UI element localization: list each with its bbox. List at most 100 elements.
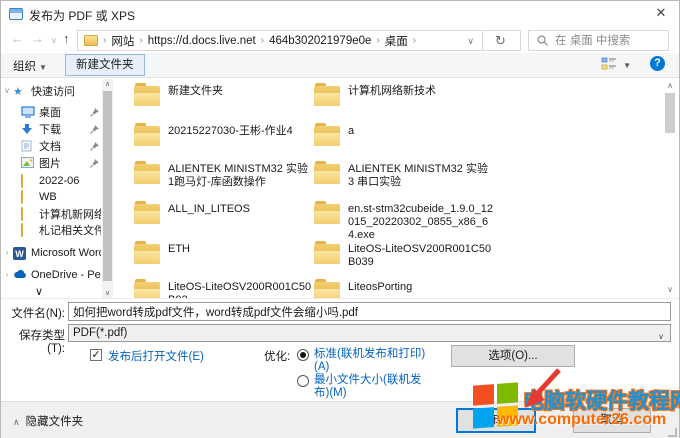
- breadcrumb-separator: ›: [408, 35, 421, 46]
- file-item-label: 20215227030-王彬-作业4: [168, 125, 314, 138]
- folder-icon: [134, 204, 160, 224]
- file-item-label: a: [348, 125, 494, 138]
- file-item[interactable]: 计算机网络新技术: [314, 85, 494, 98]
- optimize-standard-label[interactable]: 标准(联机发布和打印)(A): [314, 348, 436, 374]
- collapse-chevron-icon[interactable]: ›: [1, 270, 13, 279]
- search-input[interactable]: [555, 32, 665, 49]
- file-item[interactable]: a: [314, 125, 494, 138]
- cancel-button[interactable]: 取消: [573, 408, 651, 433]
- chevron-up-icon: ∧: [13, 417, 20, 427]
- filetype-select[interactable]: PDF(*.pdf)∨: [68, 324, 671, 342]
- file-item-label: ALIENTEK MINISTM32 实验3 串口实验: [348, 163, 494, 189]
- folder-icon: [134, 282, 160, 298]
- breadcrumb-dropdown-icon[interactable]: ∨: [467, 36, 474, 47]
- optimize-minimum-label[interactable]: 最小文件大小(联机发布)(M): [314, 374, 436, 400]
- open-after-publish-checkbox[interactable]: ✓: [90, 349, 102, 361]
- resize-grip[interactable]: [668, 428, 677, 437]
- file-item[interactable]: ALL_IN_LITEOS: [134, 203, 314, 216]
- scroll-down-icon[interactable]: ∨: [663, 285, 677, 294]
- publish-button[interactable]: 发布(S): [456, 408, 536, 433]
- breadcrumb: › 网站 › https://d.docs.live.net › 464b302…: [77, 30, 521, 51]
- file-item[interactable]: 新建文件夹: [134, 85, 314, 98]
- sidebar-item-microsoft-word[interactable]: › W Microsoft Word: [1, 245, 101, 260]
- pin-icon: [89, 157, 99, 171]
- breadcrumb-segment-desktop[interactable]: 桌面: [385, 31, 408, 50]
- pin-icon: [89, 106, 99, 120]
- scroll-down-icon[interactable]: ∨: [102, 289, 113, 297]
- sidebar-item-downloads[interactable]: 下载: [21, 121, 61, 136]
- sidebar-item-quick-access[interactable]: ∨ ★ 快速访问: [1, 83, 75, 98]
- file-item-label: 新建文件夹: [168, 85, 314, 98]
- new-folder-button[interactable]: 新建文件夹: [65, 54, 145, 76]
- sidebar-item-notes-files[interactable]: 札记相关文件: [21, 222, 101, 237]
- word-icon: W: [13, 247, 27, 259]
- title-bar: 发布为 PDF 或 XPS ✕: [1, 1, 679, 28]
- breadcrumb-segment-host[interactable]: https://d.docs.live.net: [148, 31, 256, 50]
- file-item-label: ALIENTEK MINISTM32 实验1跑马灯-库函数操作: [168, 163, 314, 189]
- scrollbar-thumb[interactable]: [665, 93, 675, 133]
- file-item[interactable]: LiteOS-LiteOSV200R001C50B039: [314, 243, 494, 269]
- dialog-title: 发布为 PDF 或 XPS: [29, 7, 135, 24]
- optimize-minimum-radio[interactable]: [297, 375, 309, 387]
- organize-caret-icon: ▼: [39, 63, 47, 72]
- file-item[interactable]: en.st-stm32cubeide_1.9.0_12015_20220302_…: [314, 203, 494, 242]
- folder-icon: [134, 244, 160, 264]
- forward-icon[interactable]: →: [31, 31, 44, 46]
- chevron-down-icon: ∨: [658, 329, 664, 345]
- breadcrumb-separator: ›: [256, 35, 269, 46]
- up-icon[interactable]: ↑: [63, 31, 70, 46]
- command-toolbar: 组织▼ 新建文件夹 ▼ ?: [1, 53, 679, 78]
- file-item[interactable]: ETH: [134, 243, 314, 256]
- publish-options: ✓ 发布后打开文件(E) 优化: 标准(联机发布和打印)(A) 最小文件大小(联…: [1, 344, 679, 401]
- history-dropdown-icon[interactable]: ∨: [51, 36, 57, 45]
- file-item[interactable]: LiteosPorting: [314, 281, 494, 294]
- file-item-label: en.st-stm32cubeide_1.9.0_12015_20220302_…: [348, 203, 494, 242]
- folder-icon: [314, 126, 340, 146]
- sidebar-item-computer-network[interactable]: 计算机新网络: [21, 206, 101, 221]
- file-item-label: LiteOS-LiteOSV200R001C50B039: [348, 243, 494, 269]
- scrollbar-thumb[interactable]: [103, 91, 112, 281]
- organize-button[interactable]: 组织▼: [13, 58, 47, 74]
- sidebar-item-2022-06[interactable]: 2022-06: [21, 173, 79, 188]
- views-button[interactable]: ▼: [601, 57, 631, 73]
- sidebar-item-pictures[interactable]: 图片: [21, 155, 61, 170]
- pin-icon: [89, 140, 99, 154]
- sidebar-item-documents[interactable]: 文档: [21, 138, 61, 153]
- folder-icon: [21, 208, 35, 220]
- expand-chevron-icon[interactable]: ∨: [1, 86, 13, 95]
- scroll-up-icon[interactable]: ∧: [102, 80, 113, 88]
- sidebar-item-onedrive[interactable]: › OneDrive - Perso: [1, 267, 101, 282]
- sidebar-item-wb[interactable]: WB: [21, 189, 57, 204]
- breadcrumb-folder-icon: [84, 35, 98, 46]
- downloads-icon: [21, 123, 35, 135]
- optimize-standard-radio[interactable]: [297, 349, 309, 361]
- breadcrumb-separator: ›: [371, 35, 384, 46]
- breadcrumb-segment-website[interactable]: 网站: [111, 31, 134, 50]
- filename-input[interactable]: [68, 302, 671, 321]
- onedrive-cloud-icon: [13, 269, 27, 281]
- file-item[interactable]: 20215227030-王彬-作业4: [134, 125, 314, 138]
- sidebar-more-chevron-icon[interactable]: ∨: [35, 284, 43, 298]
- folder-icon: [21, 224, 35, 236]
- file-item[interactable]: ALIENTEK MINISTM32 实验3 串口实验: [314, 163, 494, 189]
- file-item[interactable]: ALIENTEK MINISTM32 实验1跑马灯-库函数操作: [134, 163, 314, 189]
- hide-folders-button[interactable]: ∧隐藏文件夹: [13, 413, 83, 429]
- help-icon[interactable]: ?: [650, 56, 665, 71]
- close-icon[interactable]: ✕: [649, 3, 673, 23]
- sidebar-scrollbar[interactable]: ∧ ∨: [102, 79, 113, 298]
- back-icon[interactable]: ←: [11, 31, 24, 46]
- filename-label: 文件名(N):: [3, 305, 65, 321]
- optimize-label: 优化:: [264, 348, 290, 364]
- breadcrumb-segment-id[interactable]: 464b302021979e0e: [269, 31, 371, 50]
- filelist-scrollbar[interactable]: ∧ ∨: [663, 79, 677, 298]
- app-window-icon: [9, 8, 23, 20]
- views-icon: [601, 57, 617, 71]
- refresh-icon[interactable]: ↻: [482, 31, 518, 50]
- file-item[interactable]: LiteOS-LiteOSV200R001C50B02: [134, 281, 314, 298]
- quick-access-star-icon: ★: [13, 85, 27, 97]
- collapse-chevron-icon[interactable]: ›: [1, 248, 13, 257]
- open-after-publish-label[interactable]: 发布后打开文件(E): [108, 348, 204, 364]
- scroll-up-icon[interactable]: ∧: [663, 81, 677, 90]
- options-button[interactable]: 选项(O)...: [451, 345, 575, 367]
- sidebar-item-desktop[interactable]: 桌面: [21, 104, 61, 119]
